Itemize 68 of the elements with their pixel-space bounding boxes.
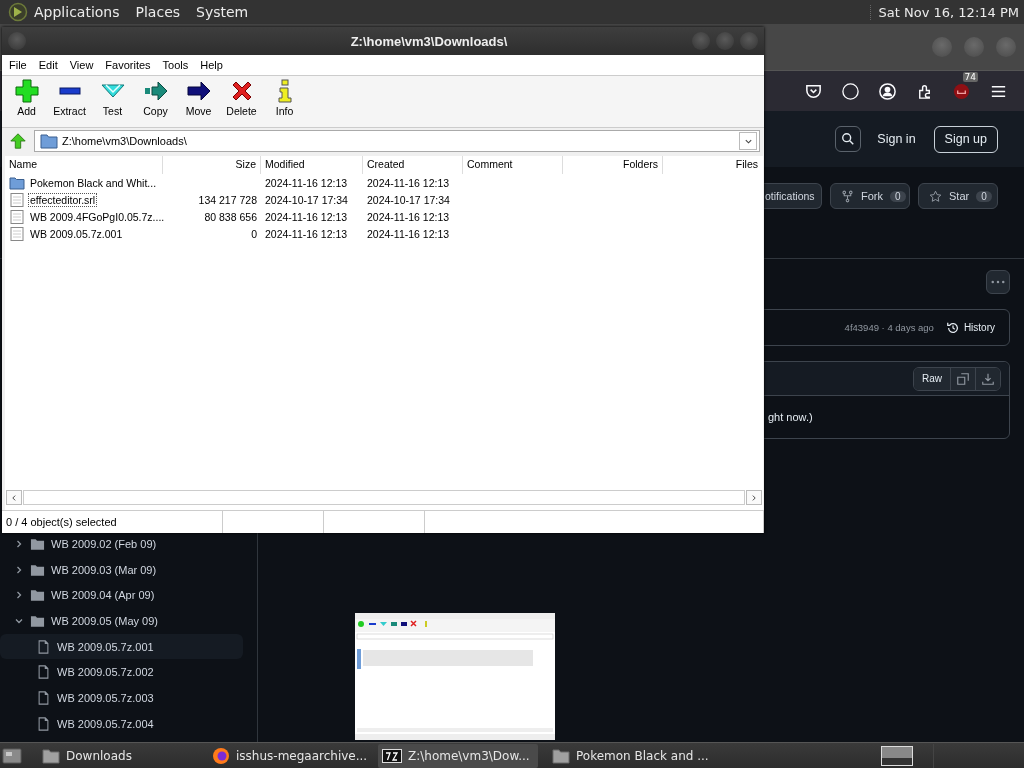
created-date: 2024-10-17 17:34 [366, 193, 451, 206]
tree-file-item[interactable]: WB 2009.05.7z.001 [0, 633, 243, 660]
column-header[interactable]: Created [363, 156, 463, 174]
file-size: 80 838 656 [204, 210, 257, 223]
file-name[interactable]: effecteditor.srl [28, 192, 98, 207]
menu-item[interactable]: Edit [38, 59, 58, 71]
taskbar-button[interactable]: isshus-megaarchive... [208, 744, 368, 768]
file-name[interactable]: Pokemon Black and Whit... [28, 175, 159, 190]
repo-action-button[interactable]: otifications [764, 183, 822, 209]
column-header[interactable]: Modified [261, 156, 363, 174]
raw-button[interactable]: Raw [914, 367, 950, 390]
tree-folder-item[interactable]: WB 2009.03 (Mar 09) [0, 556, 243, 583]
tree-folder-item[interactable]: WB 2009.04 (Apr 09) [0, 582, 243, 609]
repo-action-button[interactable]: Fork 0 [830, 183, 910, 209]
tree-file-item[interactable]: WB 2009.05.7z.002 [0, 659, 243, 686]
sign-in-link[interactable]: Sign in [877, 132, 916, 146]
sign-up-button[interactable]: Sign up [933, 125, 998, 153]
column-header[interactable]: Name [5, 156, 163, 174]
toolbar-button[interactable]: Test [91, 79, 134, 117]
toolbar-button[interactable]: Copy [134, 79, 177, 117]
menu-item[interactable]: View [69, 59, 94, 71]
menu-item[interactable]: File [9, 59, 27, 71]
panel-menu[interactable]: System [196, 4, 249, 20]
file-size: 134 217 728 [198, 193, 257, 206]
column-header[interactable]: Size [163, 156, 261, 174]
toolbar-button[interactable]: Extract [48, 79, 91, 117]
clock[interactable]: Sat Nov 16, 12:14 PM [869, 4, 1019, 20]
file-text: ght now.) [768, 411, 813, 423]
file-row[interactable]: effecteditor.srl 134 217 728 2024-10-17 17:34 2024-10-17 17:34 [5, 191, 763, 208]
modified-date: 2024-11-16 12:13 [264, 210, 349, 223]
created-date: 2024-11-16 12:13 [366, 176, 451, 189]
panel-menu[interactable]: Applications [34, 4, 120, 20]
commit-info[interactable]: 4f43949 · 4 days ago [844, 322, 934, 333]
extension-badge: 74 [962, 71, 978, 82]
menu-item[interactable]: Help [200, 59, 223, 71]
created-date: 2024-11-16 12:13 [366, 210, 451, 223]
tree-file-item[interactable]: WB 2009.05.7z.003 [0, 685, 243, 711]
panel-menu[interactable]: Places [135, 4, 181, 20]
file-size: 0 [251, 227, 257, 240]
column-header[interactable]: Folders [563, 156, 663, 174]
tree-folder-item[interactable]: WB 2009.02 (Feb 09) [0, 531, 243, 557]
file-name[interactable]: WB 2009.05.7z.001 [28, 226, 125, 241]
taskbar-button[interactable]: Downloads [38, 744, 198, 768]
repo-action-button[interactable]: Star 0 [918, 183, 998, 209]
taskbar-button[interactable]: Z:\home\vm3\Dow... [378, 744, 538, 768]
history-link[interactable]: History [945, 320, 995, 335]
file-row[interactable]: WB 2009.4FGoPgI0.05.7z.... 80 838 656 2024-11-16 12:13 2024-11-16 12:13 [5, 208, 763, 225]
tree-folder-item[interactable]: WB 2009.05 (May 09) [0, 608, 243, 634]
taskbar-button[interactable]: Pokemon Black and ... [548, 744, 708, 768]
modified-date: 2024-10-17 17:34 [264, 193, 349, 206]
window-title: Z:\home\vm3\Downloads\ [349, 33, 509, 49]
created-date: 2024-11-16 12:13 [366, 227, 451, 240]
toolbar-button[interactable]: Move [177, 79, 220, 117]
path-field[interactable]: Z:\home\vm3\Downloads\ [34, 130, 760, 152]
modified-date: 2024-11-16 12:13 [264, 227, 349, 240]
column-header[interactable]: Files [663, 156, 762, 174]
tree-file-item[interactable]: WB 2009.05.7z.004 [0, 710, 243, 737]
file-row[interactable]: WB 2009.05.7z.001 0 2024-11-16 12:13 2024-11-16 12:13 [5, 225, 763, 242]
toolbar-button[interactable]: Add [5, 79, 48, 117]
menu-item[interactable]: Tools [162, 59, 189, 71]
status-text: 0 / 4 object(s) selected [2, 511, 223, 533]
file-name[interactable]: WB 2009.4FGoPgI0.05.7z.... [28, 209, 167, 224]
menu-item[interactable]: Favorites [105, 59, 151, 71]
toolbar-button[interactable]: Delete [220, 79, 263, 117]
column-header[interactable]: Comment [463, 156, 563, 174]
modified-date: 2024-11-16 12:13 [264, 176, 349, 189]
file-row[interactable]: Pokemon Black and Whit... 2024-11-16 12:13 2024-11-16 12:13 [5, 174, 763, 191]
toolbar-button[interactable]: Info [263, 79, 306, 117]
